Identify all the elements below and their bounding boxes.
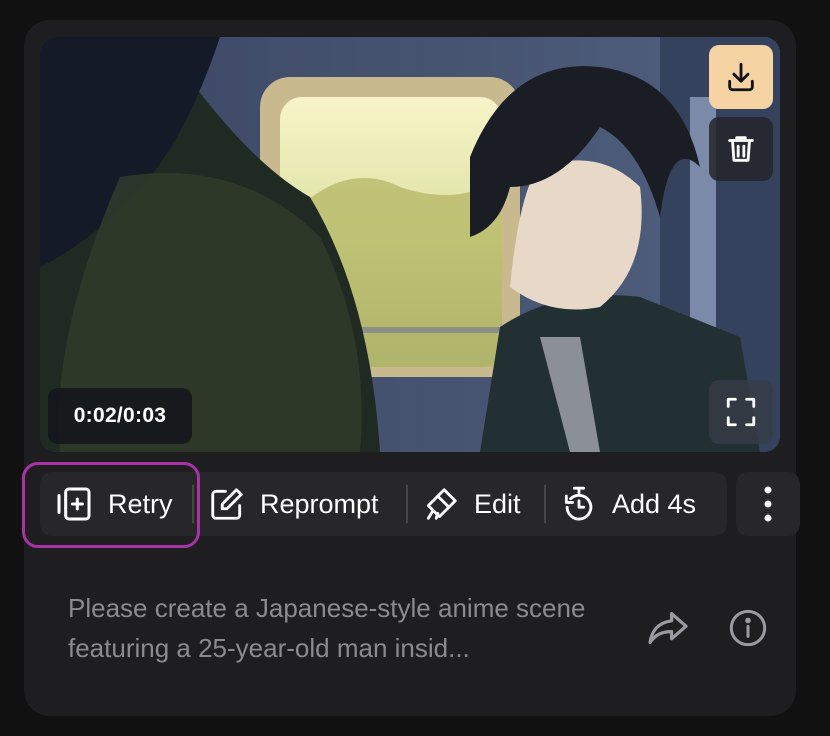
reprompt-label: Reprompt — [260, 488, 379, 519]
fullscreen-icon — [726, 397, 756, 427]
edit-button[interactable]: Edit — [408, 472, 544, 536]
more-options-button[interactable] — [736, 472, 800, 536]
video-action-toolbar: Retry Reprompt Edit Add 4s — [40, 472, 727, 536]
timer-extend-icon — [564, 486, 593, 521]
share-arrow-icon — [648, 611, 688, 645]
brush-icon — [426, 488, 457, 520]
reprompt-button[interactable]: Reprompt — [194, 472, 406, 536]
fullscreen-button[interactable] — [709, 380, 773, 444]
retry-button[interactable]: Retry — [40, 472, 192, 536]
info-icon — [729, 609, 767, 647]
share-button[interactable] — [644, 608, 692, 648]
video-timecode: 0:02/0:03 — [48, 388, 192, 444]
info-button[interactable] — [726, 606, 770, 650]
add-duration-label: Add 4s — [612, 488, 697, 519]
retry-icon — [57, 487, 91, 521]
retry-label: Retry — [108, 488, 173, 519]
download-button[interactable] — [709, 45, 773, 109]
edit-label: Edit — [474, 488, 521, 519]
video-player[interactable]: 0:02/0:03 — [40, 37, 780, 452]
add-duration-button[interactable]: Add 4s — [546, 472, 724, 536]
edit-pencil-icon — [211, 488, 243, 520]
delete-button[interactable] — [709, 117, 773, 181]
more-vertical-icon — [764, 486, 772, 522]
download-icon — [728, 62, 754, 92]
trash-icon — [728, 136, 754, 162]
prompt-text[interactable]: Please create a Japanese-style anime sce… — [68, 588, 598, 668]
